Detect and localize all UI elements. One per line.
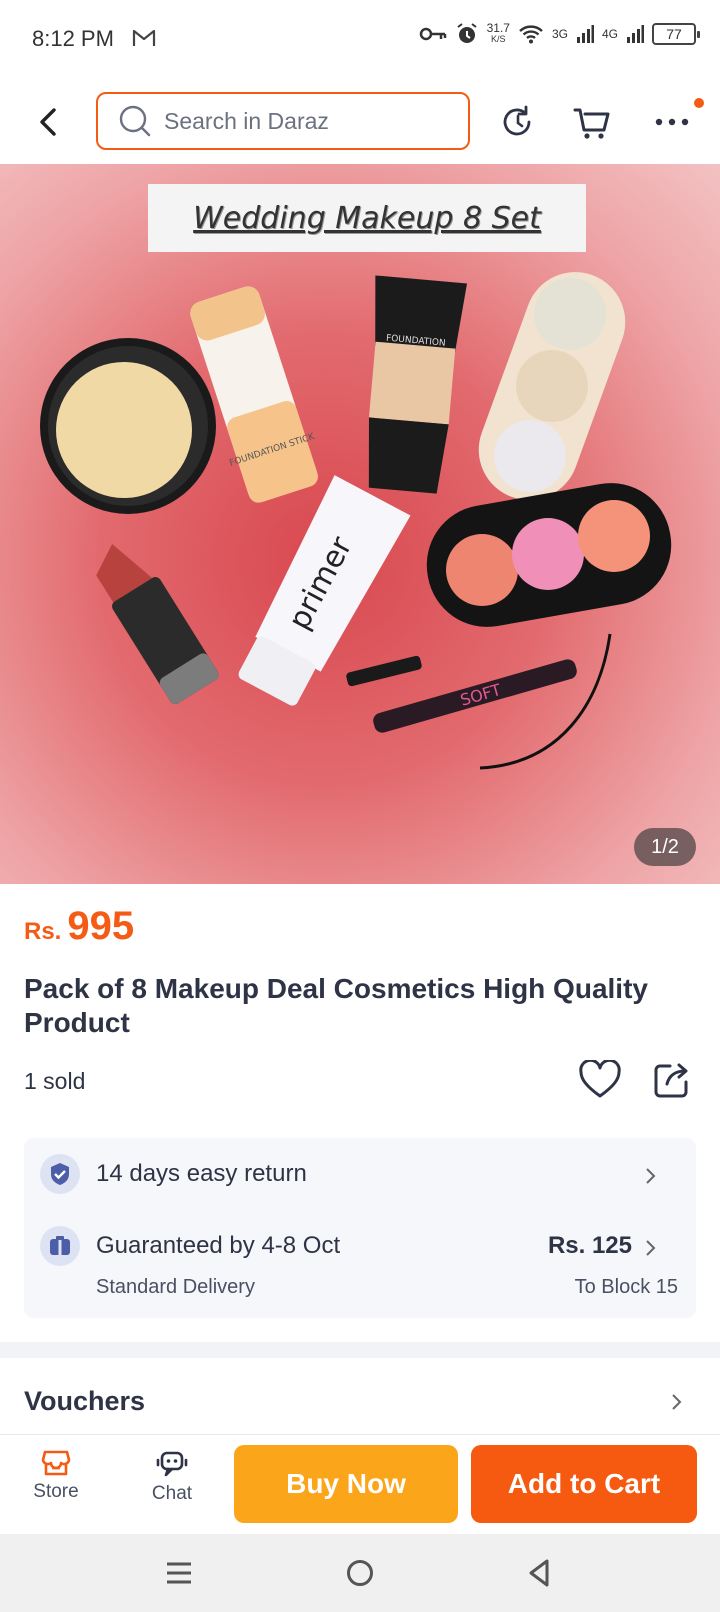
- chat-icon: [156, 1451, 188, 1477]
- net-speed: 31.7 K/S: [486, 21, 510, 44]
- menu-icon: [167, 1562, 191, 1584]
- eyeliner-label: SOFT: [458, 680, 503, 710]
- system-nav-bar: [0, 1534, 720, 1612]
- cart-icon: [573, 108, 610, 139]
- search-icon: [119, 105, 151, 137]
- more-horizontal-icon: [655, 118, 689, 126]
- more-options-button[interactable]: [648, 98, 704, 146]
- status-bar: 8:12 PM 31.7 K/S 3G 4G 77: [0, 0, 720, 80]
- search-input[interactable]: Search in Daraz: [96, 92, 470, 150]
- section-divider: [0, 1342, 720, 1358]
- search-placeholder: Search in Daraz: [164, 107, 329, 134]
- refresh-icon: [503, 105, 531, 136]
- eyeliner: SOFT: [346, 633, 612, 770]
- chevron-right-icon: [672, 1394, 682, 1410]
- foundation-tube: FOUNDATION: [368, 275, 468, 494]
- product-photo: FOUNDATION STICK FOUNDATION primer SOFT: [40, 272, 672, 770]
- lipstick: [96, 544, 219, 704]
- share-icon[interactable]: [652, 1058, 692, 1100]
- back-arrow-icon[interactable]: [30, 102, 66, 142]
- signal-icon: [627, 25, 644, 43]
- package-icon: [40, 1226, 80, 1266]
- delivery-info-card: 14 days easy return Guaranteed by 4-8 Oc…: [24, 1138, 696, 1318]
- heart-icon[interactable]: [578, 1060, 622, 1100]
- cart-button[interactable]: [568, 98, 616, 146]
- chevron-right-icon: [646, 1168, 656, 1184]
- chat-button[interactable]: Chat: [132, 1449, 212, 1505]
- vpn-key-icon: [419, 27, 446, 41]
- home-circle-icon: [347, 1560, 373, 1586]
- gmail-icon: [132, 29, 156, 46]
- notification-dot: [694, 98, 704, 108]
- delivery-fee: Rs. 125: [547, 1232, 632, 1259]
- status-icons: 31.7 K/S 3G 4G 77: [419, 21, 700, 46]
- signal-icon: [576, 25, 594, 43]
- shield-check-icon: [40, 1154, 80, 1194]
- image-counter: 1/2: [634, 828, 696, 866]
- history-button[interactable]: [494, 98, 542, 146]
- alarm-icon: [457, 23, 477, 43]
- status-time: 8:12 PM: [32, 26, 114, 51]
- price-amount: 995: [67, 904, 135, 948]
- store-label: Store: [33, 1481, 79, 1502]
- highlighter-palette: [478, 272, 626, 500]
- home-button[interactable]: [339, 1552, 381, 1594]
- top-app-bar: Search in Daraz: [0, 80, 720, 164]
- product-price: Rs. 995: [24, 904, 134, 949]
- wifi-icon: [519, 25, 543, 44]
- chevron-right-icon: [646, 1240, 656, 1256]
- return-policy-text: 14 days easy return: [96, 1160, 307, 1187]
- battery-level: 77: [666, 26, 682, 42]
- network-3g: 3G: [551, 27, 568, 41]
- back-button[interactable]: [518, 1552, 560, 1594]
- delivery-type-text: Standard Delivery: [96, 1276, 255, 1298]
- product-image-gallery[interactable]: Wedding Makeup 8 Set FOUNDATION STICK FO…: [0, 164, 720, 884]
- delivery-guarantee-text: Guaranteed by 4-8 Oct: [96, 1232, 341, 1259]
- store-icon: [41, 1450, 71, 1476]
- buy-now-button[interactable]: Buy Now: [234, 1445, 458, 1523]
- bottom-action-bar: Store Chat Buy Now Add to Cart: [0, 1434, 720, 1534]
- store-button[interactable]: Store: [16, 1449, 96, 1503]
- product-title: Pack of 8 Makeup Deal Cosmetics High Qua…: [24, 973, 648, 1038]
- blush-palette: [426, 483, 672, 627]
- add-to-cart-button[interactable]: Add to Cart: [471, 1445, 697, 1523]
- delivery-destination: To Block 15: [574, 1276, 678, 1298]
- sold-count: 1 sold: [24, 1068, 86, 1094]
- price-currency: Rs.: [24, 918, 62, 945]
- network-4g: 4G: [601, 27, 618, 41]
- vouchers-label: Vouchers: [24, 1386, 146, 1416]
- recent-apps-button[interactable]: [158, 1552, 200, 1594]
- back-triangle-icon: [529, 1559, 549, 1587]
- battery-icon: 77: [652, 23, 700, 45]
- chat-label: Chat: [151, 1483, 193, 1504]
- compact-powder: [40, 338, 216, 514]
